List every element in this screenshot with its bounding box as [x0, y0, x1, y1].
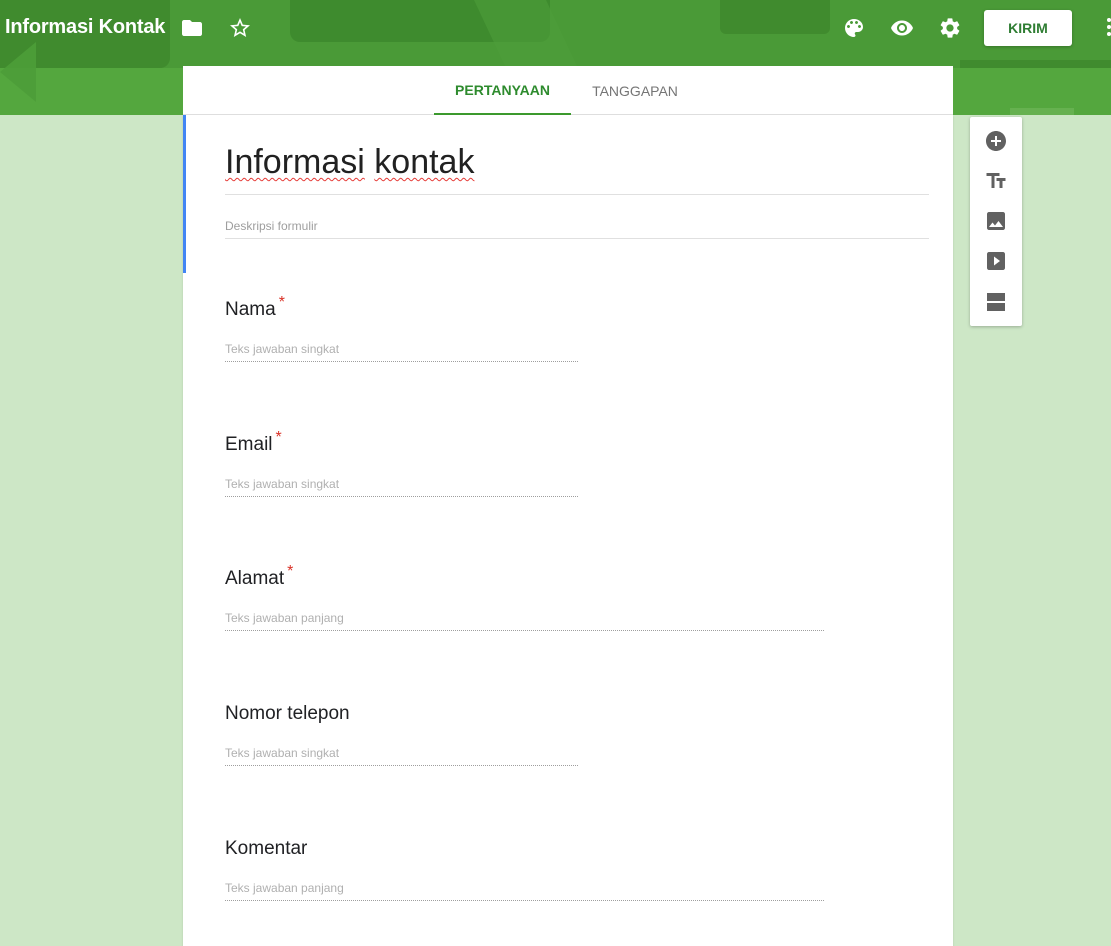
gear-icon[interactable]	[938, 16, 962, 40]
tab-bar: PERTANYAAN TANGGAPAN	[183, 66, 953, 115]
form-title-word: kontak	[374, 143, 475, 181]
question-item[interactable]: Komentar Teks jawaban panjang	[225, 838, 824, 901]
side-toolbar	[970, 117, 1022, 326]
folder-icon[interactable]	[180, 16, 204, 40]
answer-placeholder: Teks jawaban panjang	[225, 881, 824, 901]
answer-placeholder: Teks jawaban singkat	[225, 342, 578, 362]
question-item[interactable]: Alamat * Teks jawaban panjang	[225, 563, 824, 631]
add-section-icon[interactable]	[984, 290, 1008, 314]
star-icon[interactable]	[228, 16, 252, 40]
question-title-text: Alamat	[225, 568, 285, 589]
palette-icon[interactable]	[842, 16, 866, 40]
required-marker: *	[278, 294, 285, 311]
add-image-icon[interactable]	[984, 209, 1008, 233]
question-title-text: Komentar	[225, 838, 308, 859]
form-title-field[interactable]: Informasi kontak	[225, 143, 929, 195]
active-card-indicator	[183, 115, 186, 273]
required-marker: *	[275, 429, 282, 446]
add-question-icon[interactable]	[984, 129, 1008, 153]
question-item[interactable]: Email * Teks jawaban singkat	[225, 429, 578, 497]
answer-placeholder: Teks jawaban panjang	[225, 611, 824, 631]
question-title: Alamat *	[225, 563, 824, 594]
add-video-icon[interactable]	[984, 249, 1008, 273]
question-title: Nomor telepon	[225, 703, 578, 729]
header-decoration	[720, 0, 830, 34]
required-marker: *	[287, 563, 294, 580]
header-decoration	[1010, 108, 1074, 115]
form-description-field[interactable]: Deskripsi formulir	[225, 219, 929, 239]
question-title-text: Nama	[225, 299, 276, 320]
question-item[interactable]: Nama * Teks jawaban singkat	[225, 294, 578, 362]
question-title: Komentar	[225, 838, 824, 864]
question-title-text: Email	[225, 434, 273, 455]
question-item[interactable]: Nomor telepon Teks jawaban singkat	[225, 703, 578, 766]
more-vert-icon[interactable]	[1104, 18, 1111, 38]
tab-questions[interactable]: PERTANYAAN	[434, 66, 571, 115]
header-decoration	[960, 60, 1111, 68]
question-title: Email *	[225, 429, 578, 460]
answer-placeholder: Teks jawaban singkat	[225, 746, 578, 766]
answer-placeholder: Teks jawaban singkat	[225, 477, 578, 497]
eye-icon[interactable]	[890, 16, 914, 40]
form-card: Informasi kontak Deskripsi formulir Nama…	[183, 115, 953, 946]
app-title[interactable]: Informasi Kontak	[5, 16, 165, 39]
question-title: Nama *	[225, 294, 578, 325]
add-title-icon[interactable]	[984, 169, 1008, 193]
tab-responses[interactable]: TANGGAPAN	[575, 66, 695, 115]
form-title-word: Informasi	[225, 143, 365, 181]
question-title-text: Nomor telepon	[225, 703, 350, 724]
send-button[interactable]: KIRIM	[984, 10, 1072, 46]
